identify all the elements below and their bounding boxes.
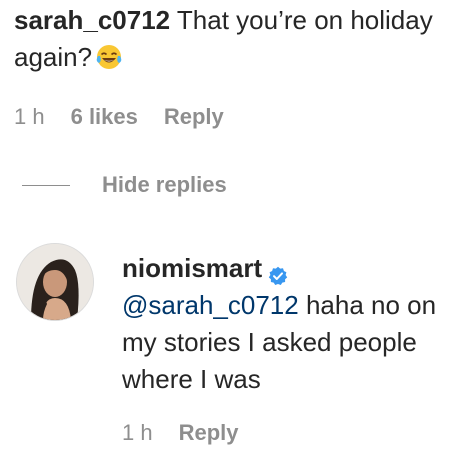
hide-replies-toggle[interactable]: Hide replies (22, 172, 227, 198)
top-comment: sarah_c0712 That you’re on holiday again… (14, 2, 454, 76)
replies-divider-line (22, 184, 70, 186)
avatar[interactable] (16, 243, 94, 321)
reply-meta: 1 h Reply (122, 420, 239, 446)
avatar-photo (17, 244, 93, 320)
reply-timestamp: 1 h (122, 420, 153, 445)
hide-replies-button[interactable]: Hide replies (102, 172, 227, 198)
laughing-tears-emoji-icon (96, 43, 122, 69)
comment-likes[interactable]: 6 likes (71, 104, 138, 130)
comment-username[interactable]: sarah_c0712 (14, 5, 170, 35)
reply-button[interactable]: Reply (164, 104, 224, 130)
comment-timestamp: 1 h (14, 104, 45, 129)
reply-reply-button[interactable]: Reply (179, 420, 239, 446)
reply-username[interactable]: niomismart (122, 250, 262, 287)
top-comment-meta: 1 h 6 likes Reply (14, 104, 224, 130)
reply-comment: niomismart @sarah_c0712 haha no on my st… (122, 250, 462, 398)
verified-badge-icon (268, 259, 288, 285)
mention-link[interactable]: @sarah_c0712 (122, 290, 299, 320)
